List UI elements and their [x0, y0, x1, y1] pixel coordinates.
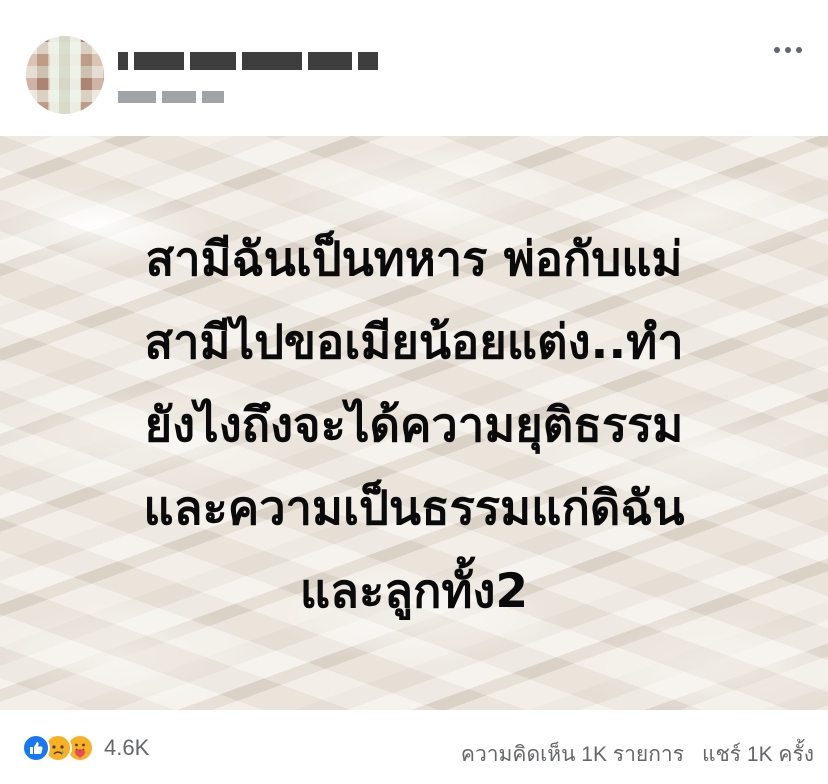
more-options-button[interactable]	[770, 40, 806, 60]
reactions-summary[interactable]: 4.6K	[22, 734, 149, 762]
image-text-line: และความเป็นธรรมแก่ดิฉัน	[143, 481, 685, 536]
more-dots-icon	[774, 47, 780, 53]
post-footer: 4.6K ความคิดเห็น 1K รายการ แชร์ 1K ครั้ง	[0, 710, 828, 784]
shares-count-link[interactable]: แชร์ 1K ครั้ง	[702, 738, 814, 771]
image-text-line: ยังไงถึงจะได้ความยุติธรรม	[144, 398, 684, 453]
post-image[interactable]: สามีฉันเป็นทหาร พ่อกับแม่ สามีไปขอเมียน้…	[0, 136, 828, 710]
image-text-line: และลูกทั้ง2	[299, 564, 529, 619]
image-text-line: สามีฉันเป็นทหาร พ่อกับแม่	[145, 232, 683, 287]
reaction-count: 4.6K	[104, 735, 150, 760]
image-text-line: สามีไปขอเมียน้อยแต่ง..ทำ	[144, 315, 684, 370]
like-icon	[22, 734, 50, 762]
image-text: สามีฉันเป็นทหาร พ่อกับแม่ สามีไปขอเมียน้…	[0, 218, 828, 633]
comments-count-link[interactable]: ความคิดเห็น 1K รายการ	[461, 738, 684, 771]
post-stats: ความคิดเห็น 1K รายการ แชร์ 1K ครั้ง	[461, 738, 814, 771]
author-name-blurred[interactable]	[118, 48, 378, 74]
timestamp-blurred[interactable]	[118, 88, 224, 106]
post-header	[0, 0, 828, 136]
avatar[interactable]	[26, 36, 104, 114]
